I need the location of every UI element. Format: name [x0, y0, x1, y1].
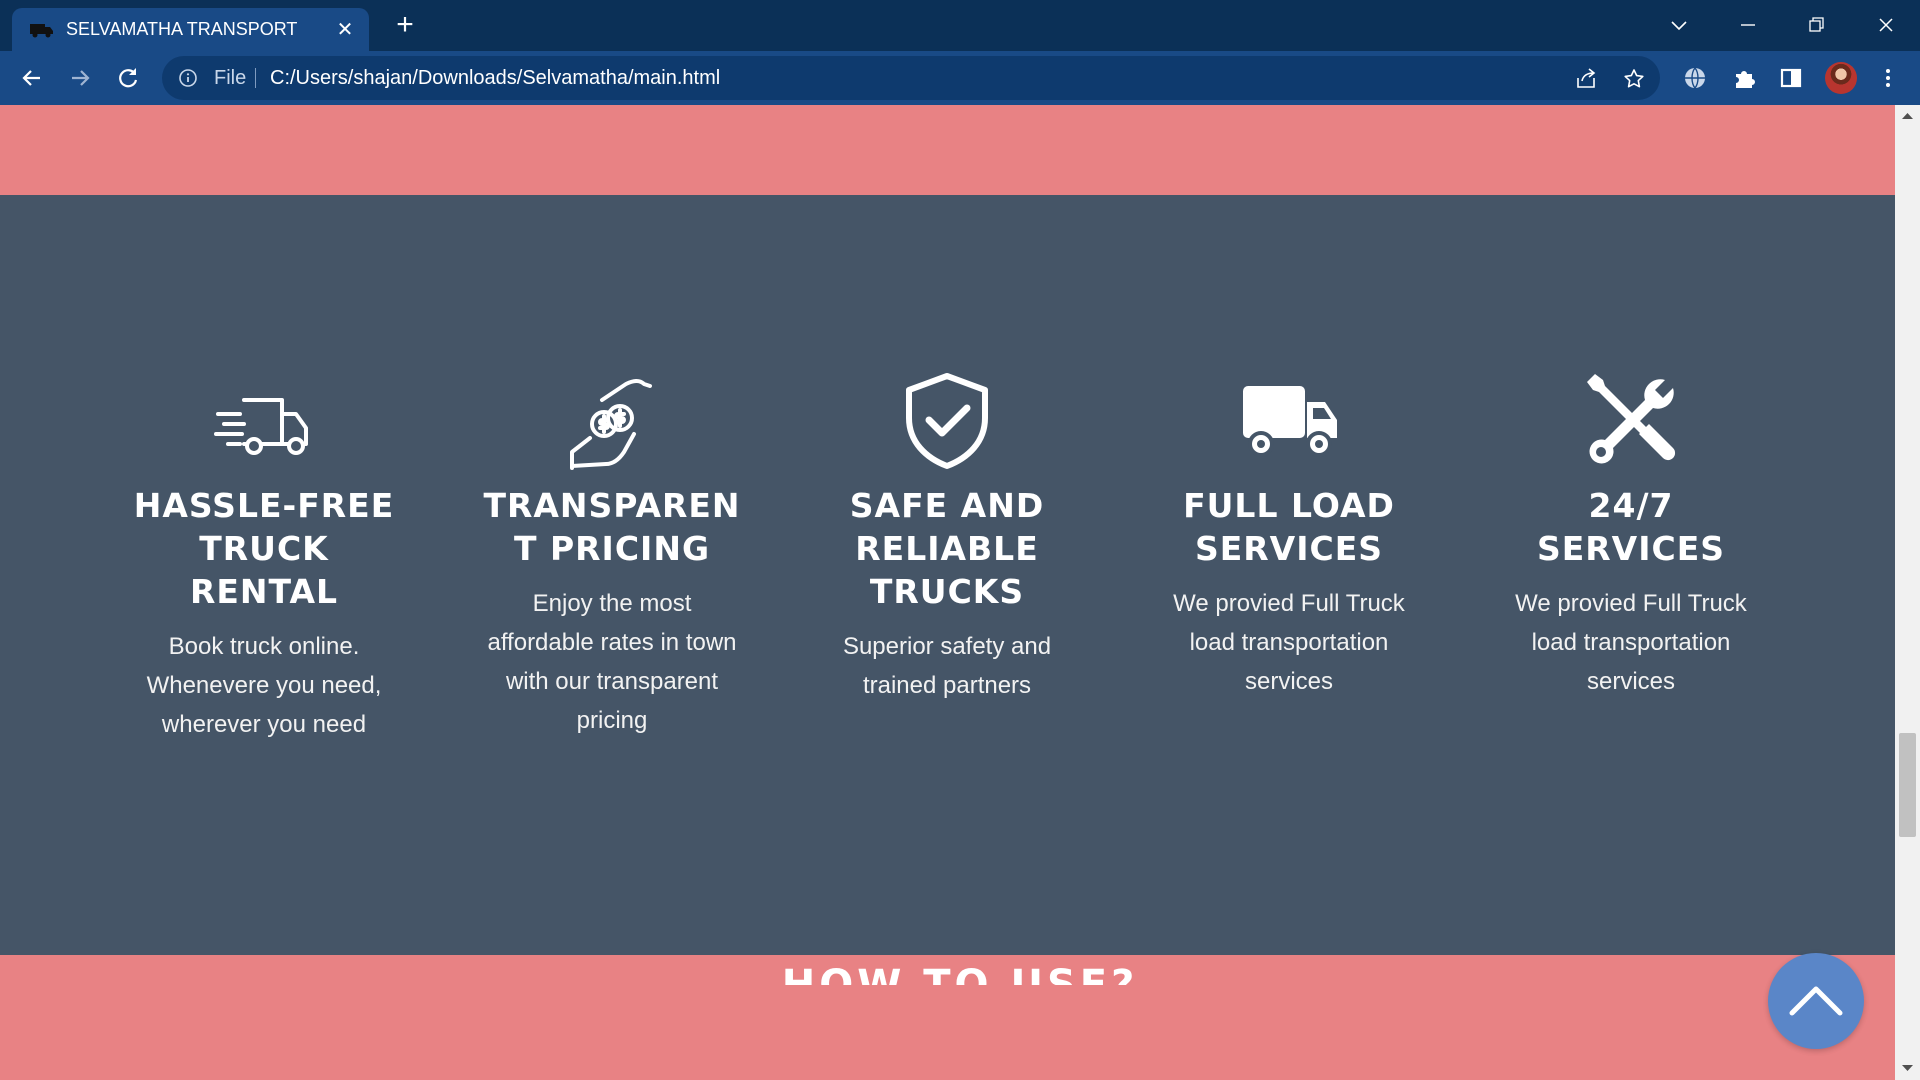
tab-title: SELVAMATHA TRANSPORT [66, 19, 298, 39]
feature-card: SAFE AND RELIABLE TRUCKS Superior safety… [812, 370, 1082, 705]
restore-icon[interactable] [1801, 10, 1831, 40]
more-menu-icon[interactable] [1875, 65, 1901, 91]
money-hand-icon [570, 379, 652, 470]
side-panel-icon[interactable] [1778, 65, 1804, 91]
feature-card: 24/7 SERVICES We provied Full Truck load… [1496, 370, 1766, 701]
close-window-icon[interactable] [1871, 10, 1901, 40]
feature-description: We provied Full Truck load transportatio… [1515, 590, 1747, 695]
minimize-icon[interactable] [1733, 10, 1763, 40]
scrollbar-thumb[interactable] [1899, 733, 1916, 837]
features-section: HASSLE-FREE TRUCK RENTAL Book truck onli… [0, 195, 1895, 955]
feature-title: 24/7 SERVICES [1536, 486, 1726, 568]
feature-card: HASSLE-FREE TRUCK RENTAL Book truck onli… [129, 370, 399, 744]
browser-toolbar: File C:/Users/shajan/Downloads/Selvamath… [0, 51, 1920, 105]
fast-delivery-truck-icon [214, 398, 308, 455]
browser-tab[interactable]: SELVAMATHA TRANSPORT ✕ [12, 8, 369, 51]
truck-favicon-icon [30, 24, 53, 38]
truck-icon [1243, 386, 1337, 457]
feature-title: FULL LOAD SERVICES [1183, 486, 1395, 568]
translate-globe-icon[interactable] [1682, 65, 1708, 91]
feature-card: TRANSPAREN T PRICING Enjoy the most affo… [477, 370, 747, 740]
reload-icon[interactable] [115, 65, 141, 91]
address-scheme-label: File [214, 67, 247, 89]
scroll-down-arrow-icon[interactable] [1901, 1063, 1914, 1073]
site-info-icon[interactable] [178, 68, 198, 88]
back-arrow-icon[interactable] [19, 65, 45, 91]
page-scrollbar[interactable] [1895, 105, 1920, 1080]
forward-arrow-icon[interactable] [67, 65, 93, 91]
browser-tab-strip: SELVAMATHA TRANSPORT ✕ + [0, 0, 1920, 51]
feature-description: Superior safety and trained partners [842, 633, 1052, 699]
previous-section-band [0, 105, 1895, 195]
bookmark-star-icon[interactable] [1622, 67, 1646, 91]
feature-title: SAFE AND RELIABLE TRUCKS [849, 486, 1045, 611]
profile-avatar[interactable] [1825, 62, 1857, 94]
chevron-up-icon [1789, 986, 1843, 1016]
feature-description: Book truck online. Whenevere you need, w… [146, 633, 382, 738]
address-url[interactable]: C:/Users/shajan/Downloads/Selvamatha/mai… [270, 56, 720, 100]
new-tab-button[interactable]: + [391, 10, 419, 40]
address-divider [255, 68, 256, 88]
page-viewport: HASSLE-FREE TRUCK RENTAL Book truck onli… [0, 105, 1895, 1080]
feature-title: HASSLE-FREE TRUCK RENTAL [133, 486, 395, 611]
scroll-up-arrow-icon[interactable] [1901, 111, 1914, 121]
address-bar[interactable]: File C:/Users/shajan/Downloads/Selvamath… [162, 56, 1660, 100]
shield-check-icon [906, 373, 988, 469]
tools-icon [1587, 374, 1676, 464]
feature-title: TRANSPAREN T PRICING [483, 486, 741, 568]
how-to-use-heading: HOW TO USE? [781, 962, 1139, 985]
feature-description: Enjoy the most affordable rates in town … [487, 590, 737, 734]
share-icon[interactable] [1574, 67, 1598, 91]
scroll-to-top-button[interactable] [1768, 953, 1864, 1049]
extensions-puzzle-icon[interactable] [1731, 65, 1757, 91]
feature-card: FULL LOAD SERVICES We provied Full Truck… [1154, 370, 1424, 701]
tab-search-chevron-icon[interactable] [1664, 10, 1694, 40]
feature-description: We provied Full Truck load transportatio… [1173, 590, 1405, 695]
close-tab-icon[interactable]: ✕ [333, 18, 357, 42]
